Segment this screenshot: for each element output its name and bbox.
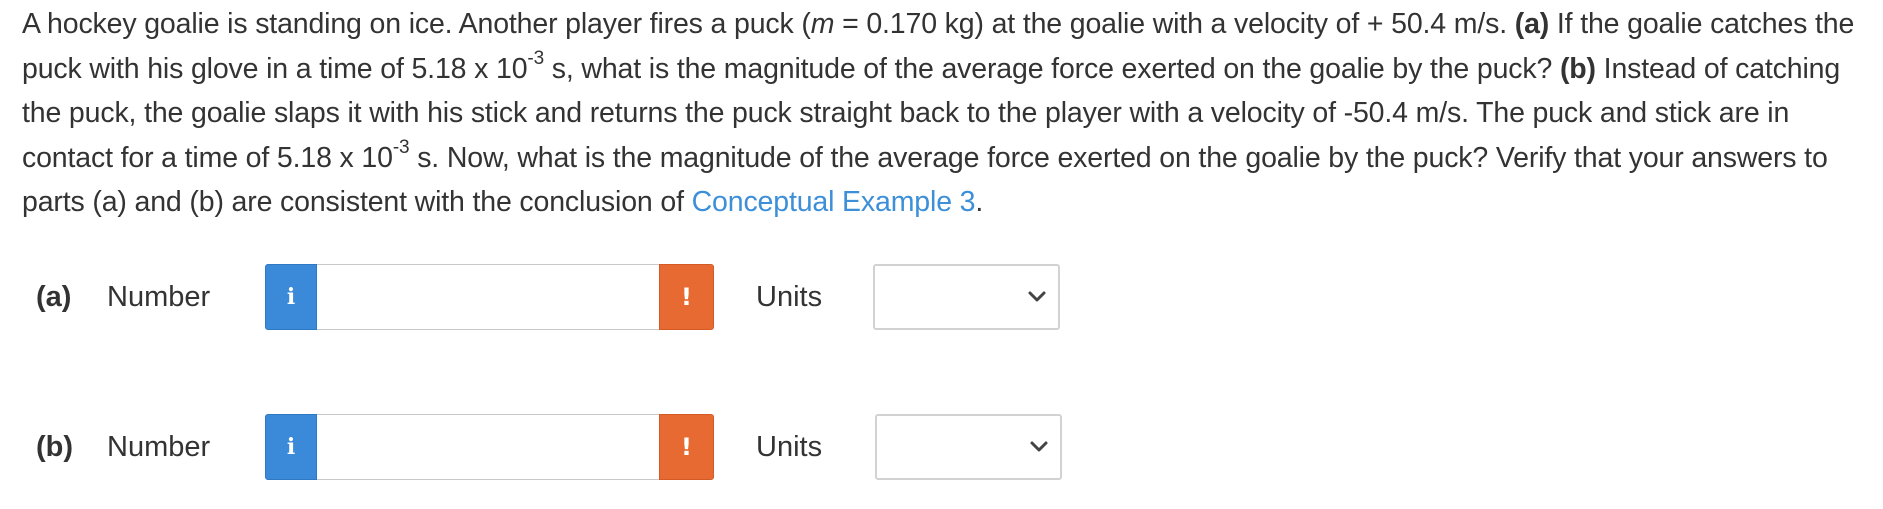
chevron-down-icon xyxy=(1028,291,1046,302)
info-icon[interactable]: i xyxy=(265,264,317,330)
number-label-a: Number xyxy=(107,281,211,313)
part-b-label: (b) xyxy=(36,431,74,463)
question-text: A hockey goalie is standing on ice. Anot… xyxy=(22,2,1872,225)
conceptual-example-link[interactable]: Conceptual Example 3 xyxy=(692,186,976,218)
part-b-marker: (b) xyxy=(1559,52,1596,85)
exponent-1: -3 xyxy=(527,48,545,70)
number-input-b[interactable] xyxy=(317,414,659,480)
info-icon[interactable]: i xyxy=(265,414,317,480)
warning-icon: ! xyxy=(659,264,714,330)
units-label-a: Units xyxy=(756,281,823,313)
number-label-b: Number xyxy=(107,431,211,463)
warning-icon: ! xyxy=(659,414,714,480)
units-dropdown-a[interactable] xyxy=(873,264,1060,330)
mass-symbol: m xyxy=(810,8,835,40)
question-text-7: . xyxy=(975,186,984,219)
part-a-label: (a) xyxy=(36,281,72,313)
number-input-a[interactable] xyxy=(317,264,659,330)
exponent-2: -3 xyxy=(392,137,410,159)
question-text-2: = 0.170 kg) at the goalie with a velocit… xyxy=(834,8,1515,40)
question-text-4: s, what is the magnitude of the average … xyxy=(544,52,1560,85)
units-dropdown-b[interactable] xyxy=(875,414,1062,480)
chevron-down-icon xyxy=(1030,441,1048,452)
answer-row-a: (a) Number i ! Units xyxy=(0,264,1883,330)
units-label-b: Units xyxy=(756,431,823,463)
question-text-1: A hockey goalie is standing on ice. Anot… xyxy=(22,8,811,40)
part-a-marker: (a) xyxy=(1514,8,1550,40)
answer-row-b: (b) Number i ! Units xyxy=(0,414,1883,480)
